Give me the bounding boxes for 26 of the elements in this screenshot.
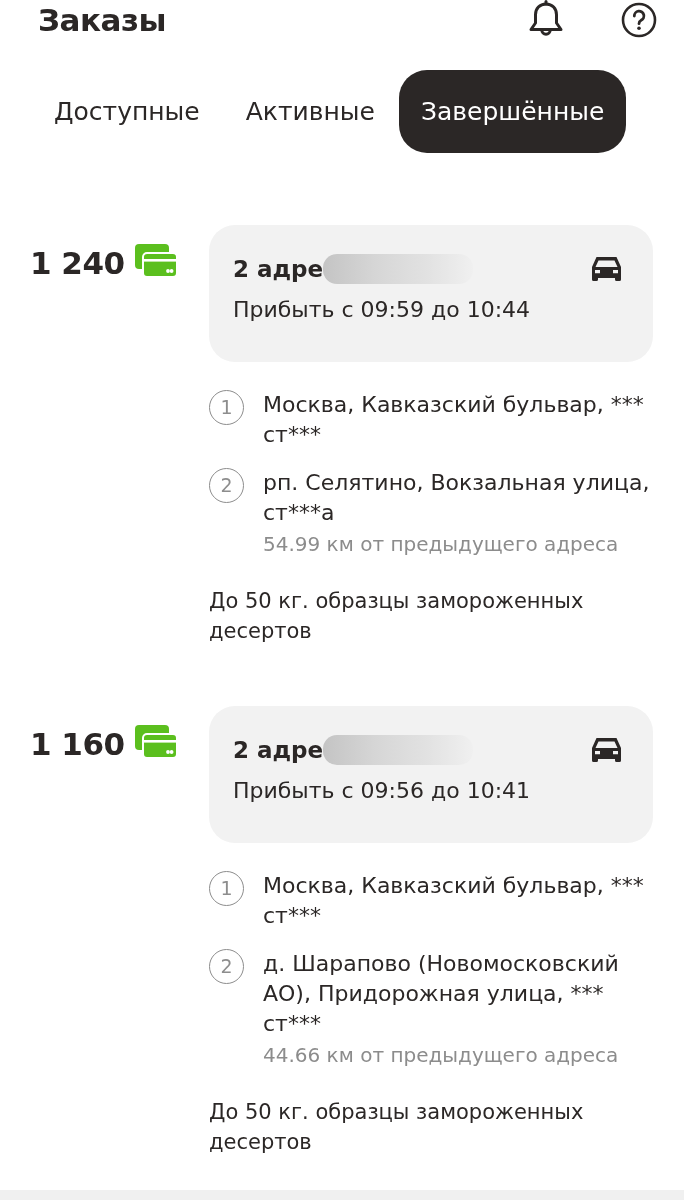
cargo-description: До 50 кг. образцы замороженных десертов <box>209 588 585 645</box>
help-icon[interactable] <box>621 2 657 38</box>
order-tab[interactable]: Завершённые <box>398 70 627 153</box>
address-text: рп. Селятино, Вокзальная улица, ст***а <box>263 469 651 527</box>
distance-text: 44.66 км от предыдущего адреса <box>263 1042 620 1069</box>
order-price: 1 240 <box>30 244 125 283</box>
address-text: Москва, Кавказский бульвар, *** ст*** <box>263 391 645 449</box>
arrival-time: Прибыть с 09:59 до 10:44 <box>233 296 531 324</box>
addresses-count: 2 адре <box>233 736 324 765</box>
address-text: Москва, Кавказский бульвар, *** ст*** <box>263 872 645 930</box>
arrival-time: Прибыть с 09:56 до 10:41 <box>233 777 531 805</box>
car-icon <box>590 255 623 283</box>
distance-text: 54.99 км от предыдущего адреса <box>263 531 620 558</box>
order-summary-card[interactable]: 2 адре Прибыть с 09:59 до 10:44 <box>209 225 653 362</box>
order-price: 1 160 <box>30 725 125 764</box>
order-summary-card[interactable]: 2 адре Прибыть с 09:56 до 10:41 <box>209 706 653 843</box>
order-tab[interactable]: Доступные <box>32 70 222 153</box>
addresses-count: 2 адре <box>233 255 324 284</box>
notification-bell-icon[interactable] <box>528 0 564 38</box>
payment-cards-icon <box>134 725 178 759</box>
order-tab[interactable]: Активные <box>223 70 397 153</box>
payment-cards-icon <box>134 244 178 278</box>
cargo-description: До 50 кг. образцы замороженных десертов <box>209 1099 585 1156</box>
page-title: Заказы <box>38 1 166 40</box>
address-text: д. Шарапово (Новомосковский АО), Придорожная улица, *** ст*** <box>263 950 620 1038</box>
car-icon <box>590 736 623 764</box>
